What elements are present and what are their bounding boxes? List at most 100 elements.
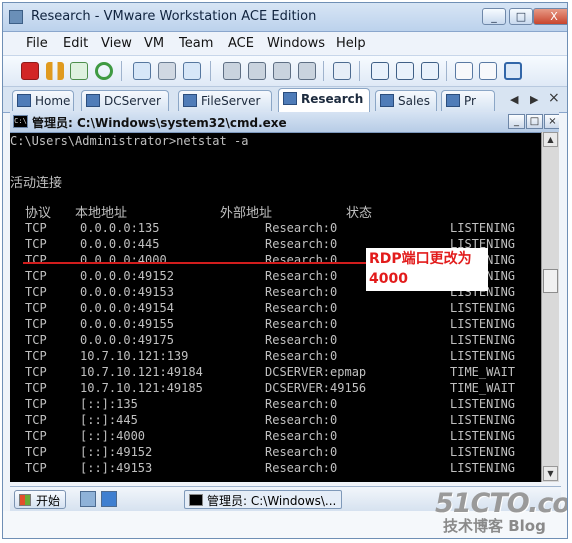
- column-header-foreign-address: 外部地址: [220, 206, 273, 221]
- sidebar-icon[interactable]: [371, 62, 389, 80]
- foreign-address-cell: Research:0: [265, 333, 338, 347]
- tab-dcserver[interactable]: DCServer: [81, 90, 169, 111]
- toolbar-separator: [210, 61, 211, 81]
- menu-help[interactable]: Help: [336, 36, 366, 51]
- protocol-cell: TCP: [25, 221, 47, 235]
- local-address-cell: [::]:135: [80, 397, 138, 411]
- protocol-cell: TCP: [25, 461, 47, 475]
- foreign-address-cell: Research:0: [265, 301, 338, 315]
- vm-tabs: Home DCServer FileServer Research Sales …: [3, 87, 567, 113]
- network-icon[interactable]: [223, 62, 241, 80]
- tab-prev-icon[interactable]: ◀: [510, 93, 518, 106]
- scroll-up-icon[interactable]: ▲: [543, 132, 558, 147]
- stop-icon[interactable]: [21, 62, 39, 80]
- protocol-cell: TCP: [25, 317, 47, 331]
- tab-sales[interactable]: Sales: [375, 90, 437, 111]
- local-address-cell: [::]:49152: [80, 445, 153, 459]
- annotation-underline: [23, 262, 371, 264]
- scroll-down-icon[interactable]: ▼: [543, 466, 558, 481]
- cmd-minimize-button[interactable]: _: [508, 114, 525, 129]
- play-icon[interactable]: [70, 62, 88, 80]
- foreign-address-cell: Research:0: [265, 429, 338, 443]
- reset-icon[interactable]: [95, 62, 113, 80]
- cmd-prompt: C:\Users\Administrator>netstat -a: [10, 134, 249, 148]
- summary-icon[interactable]: [273, 62, 291, 80]
- library-icon[interactable]: [504, 62, 522, 80]
- toolbar: [3, 55, 567, 87]
- cmd-scrollbar[interactable]: ▲ ▼: [541, 132, 559, 482]
- local-address-cell: [::]:49153: [80, 461, 153, 475]
- menu-file[interactable]: File: [26, 36, 48, 51]
- connection-row: TCP [::]:445 Research:0 LISTENING: [10, 413, 541, 429]
- local-address-cell: [::]:445: [80, 413, 138, 427]
- local-address-cell: 10.7.10.121:49185: [80, 381, 203, 395]
- teams-icon[interactable]: [248, 62, 266, 80]
- cmd-output: C:\Users\Administrator>netstat -a 活动连接 协…: [10, 132, 541, 482]
- foreign-address-cell: Research:0: [265, 285, 338, 299]
- state-cell: TIME_WAIT: [450, 365, 516, 379]
- local-address-cell: 10.7.10.121:139: [80, 349, 189, 363]
- toolbar-separator: [446, 61, 447, 81]
- taskbar-item-label: 管理员: C:\Windows\...: [207, 494, 337, 508]
- console-icon[interactable]: [333, 62, 351, 80]
- server-manager-icon[interactable]: [80, 491, 96, 507]
- start-button[interactable]: 开始: [14, 490, 66, 509]
- tab-pr[interactable]: Pr: [441, 90, 495, 111]
- fullscreen-icon[interactable]: [421, 62, 439, 80]
- snapshot-icon[interactable]: [133, 62, 151, 80]
- menu-windows[interactable]: Windows: [267, 36, 325, 51]
- start-label: 开始: [36, 494, 61, 508]
- menu-vm[interactable]: VM: [144, 36, 164, 51]
- cmd-titlebar[interactable]: C:\ 管理员: C:\Windows\system32\cmd.exe _ □…: [10, 112, 559, 133]
- close-button[interactable]: X: [533, 8, 567, 25]
- connection-row: TCP 0.0.0.0:135 Research:0 LISTENING: [10, 221, 541, 237]
- state-cell: LISTENING: [450, 445, 516, 459]
- local-address-cell: 0.0.0.0:445: [80, 237, 160, 251]
- protocol-cell: TCP: [25, 397, 47, 411]
- menu-ace[interactable]: ACE: [228, 36, 254, 51]
- toolbar-separator: [323, 61, 324, 81]
- local-address-cell: 0.0.0.0:49153: [80, 285, 174, 299]
- pause-icon[interactable]: [46, 62, 64, 80]
- foreign-address-cell: Research:0: [265, 269, 338, 283]
- unity-icon[interactable]: [455, 62, 473, 80]
- scroll-thumb[interactable]: [543, 269, 558, 293]
- tab-research[interactable]: Research: [278, 88, 370, 112]
- protocol-cell: TCP: [25, 301, 47, 315]
- foreign-address-cell: Research:0: [265, 221, 338, 235]
- guest-console[interactable]: C:\ 管理员: C:\Windows\system32\cmd.exe _ □…: [10, 112, 559, 482]
- tab-close-icon[interactable]: ×: [548, 90, 560, 106]
- tab-fileserver[interactable]: FileServer: [178, 90, 272, 111]
- settings-icon[interactable]: [479, 62, 497, 80]
- appliance-icon[interactable]: [298, 62, 316, 80]
- local-address-cell: 0.0.0.0:4000: [80, 253, 167, 267]
- powershell-icon[interactable]: [101, 491, 117, 507]
- taskbar-cmd-item[interactable]: 管理员: C:\Windows\...: [184, 490, 342, 509]
- foreign-address-cell: DCSERVER:epmap: [265, 365, 367, 379]
- state-cell: LISTENING: [450, 413, 516, 427]
- window-titlebar[interactable]: Research - VMware Workstation ACE Editio…: [3, 3, 567, 32]
- minimize-button[interactable]: _: [482, 8, 506, 25]
- tab-label: FileServer: [201, 94, 261, 108]
- quick-switch-icon[interactable]: [396, 62, 414, 80]
- cmd-close-button[interactable]: ×: [544, 114, 559, 129]
- maximize-button[interactable]: □: [509, 8, 533, 25]
- connection-row: TCP 0.0.0.0:49155 Research:0 LISTENING: [10, 317, 541, 333]
- column-header-state: 状态: [346, 206, 373, 221]
- tab-label: Pr: [464, 94, 476, 108]
- state-cell: LISTENING: [450, 333, 516, 347]
- protocol-cell: TCP: [25, 349, 47, 363]
- vm-icon: [86, 94, 100, 107]
- annotation-note: RDP端口更改为 4000: [366, 248, 488, 291]
- menu-team[interactable]: Team: [179, 36, 213, 51]
- snapshot-manager-icon[interactable]: [183, 62, 201, 80]
- local-address-cell: [::]:4000: [80, 429, 146, 443]
- tab-home[interactable]: Home: [12, 90, 74, 111]
- menu-view[interactable]: View: [101, 36, 132, 51]
- state-cell: LISTENING: [450, 221, 516, 235]
- revert-icon[interactable]: [158, 62, 176, 80]
- menu-edit[interactable]: Edit: [63, 36, 88, 51]
- tab-next-icon[interactable]: ▶: [530, 93, 538, 106]
- state-cell: LISTENING: [450, 349, 516, 363]
- cmd-maximize-button[interactable]: □: [526, 114, 543, 129]
